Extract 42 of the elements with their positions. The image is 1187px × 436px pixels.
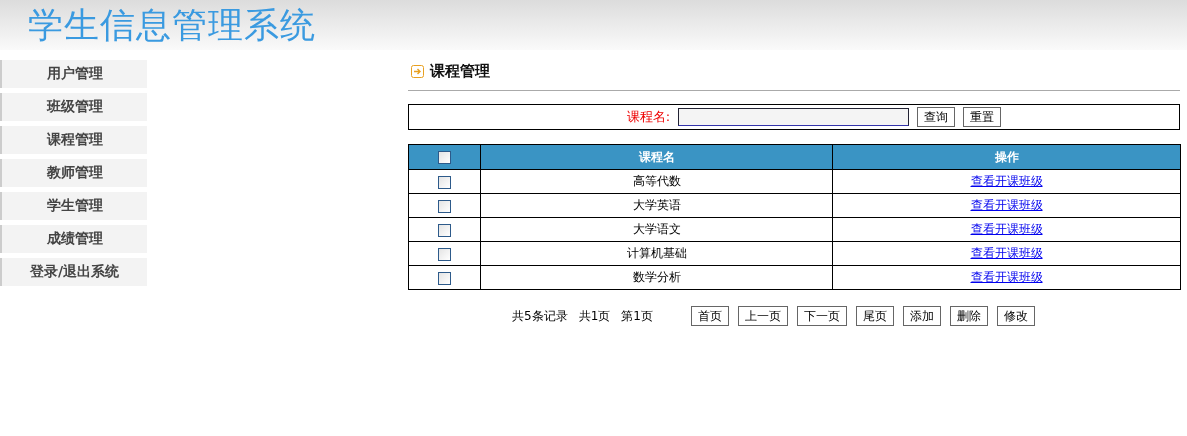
pager-button[interactable]: 首页 xyxy=(690,306,729,326)
view-classes-link[interactable]: 查看开课班级 xyxy=(970,246,1043,260)
checkbox[interactable] xyxy=(438,247,451,261)
table-cell: 数学分析 xyxy=(480,265,833,290)
sidebar-item[interactable]: 课程管理 xyxy=(0,126,147,154)
sidebar-item[interactable]: 登录/退出系统 xyxy=(0,258,147,286)
sidebar-item[interactable]: 班级管理 xyxy=(0,93,147,121)
checkbox[interactable] xyxy=(438,271,451,285)
search-field[interactable] xyxy=(678,108,910,126)
checkbox[interactable] xyxy=(438,175,451,189)
page-info: 共5条记录 xyxy=(512,307,568,325)
table-cell: 大学语文 xyxy=(480,217,833,242)
column-header: 课程名 xyxy=(480,144,833,170)
checkbox[interactable] xyxy=(438,151,451,164)
column-header: 操作 xyxy=(832,144,1181,170)
pager-button[interactable]: 添加 xyxy=(902,306,941,326)
view-classes-link[interactable]: 查看开课班级 xyxy=(970,174,1043,188)
app-title: 学生信息管理系统 xyxy=(28,3,316,47)
view-classes-link[interactable]: 查看开课班级 xyxy=(970,270,1043,284)
table-cell: 大学英语 xyxy=(480,193,833,218)
page-info: 第1页 xyxy=(621,307,653,325)
table-cell: 高等代数 xyxy=(480,169,833,194)
sidebar-item[interactable]: 用户管理 xyxy=(0,60,147,88)
field-label: 课程名: xyxy=(626,108,671,126)
sidebar-item[interactable]: 学生管理 xyxy=(0,192,147,220)
sidebar-item[interactable]: 教师管理 xyxy=(0,159,147,187)
search-button[interactable]: 重置 xyxy=(963,107,1002,127)
arrow-icon xyxy=(411,64,424,78)
search-button[interactable]: 查询 xyxy=(917,107,956,127)
table-cell: 计算机基础 xyxy=(480,241,833,266)
view-classes-link[interactable]: 查看开课班级 xyxy=(970,222,1043,236)
checkbox[interactable] xyxy=(438,223,451,237)
pager-button[interactable]: 修改 xyxy=(996,306,1035,326)
pager-button[interactable]: 上一页 xyxy=(737,306,788,326)
page-title: 课程管理 xyxy=(430,61,490,81)
pager-button[interactable]: 删除 xyxy=(949,306,988,326)
sidebar-item[interactable]: 成绩管理 xyxy=(0,225,147,253)
page-info: 共1页 xyxy=(578,307,611,325)
pager-button[interactable]: 尾页 xyxy=(855,306,894,326)
view-classes-link[interactable]: 查看开课班级 xyxy=(970,198,1043,212)
pager-button[interactable]: 下一页 xyxy=(796,306,847,326)
checkbox[interactable] xyxy=(438,199,451,213)
